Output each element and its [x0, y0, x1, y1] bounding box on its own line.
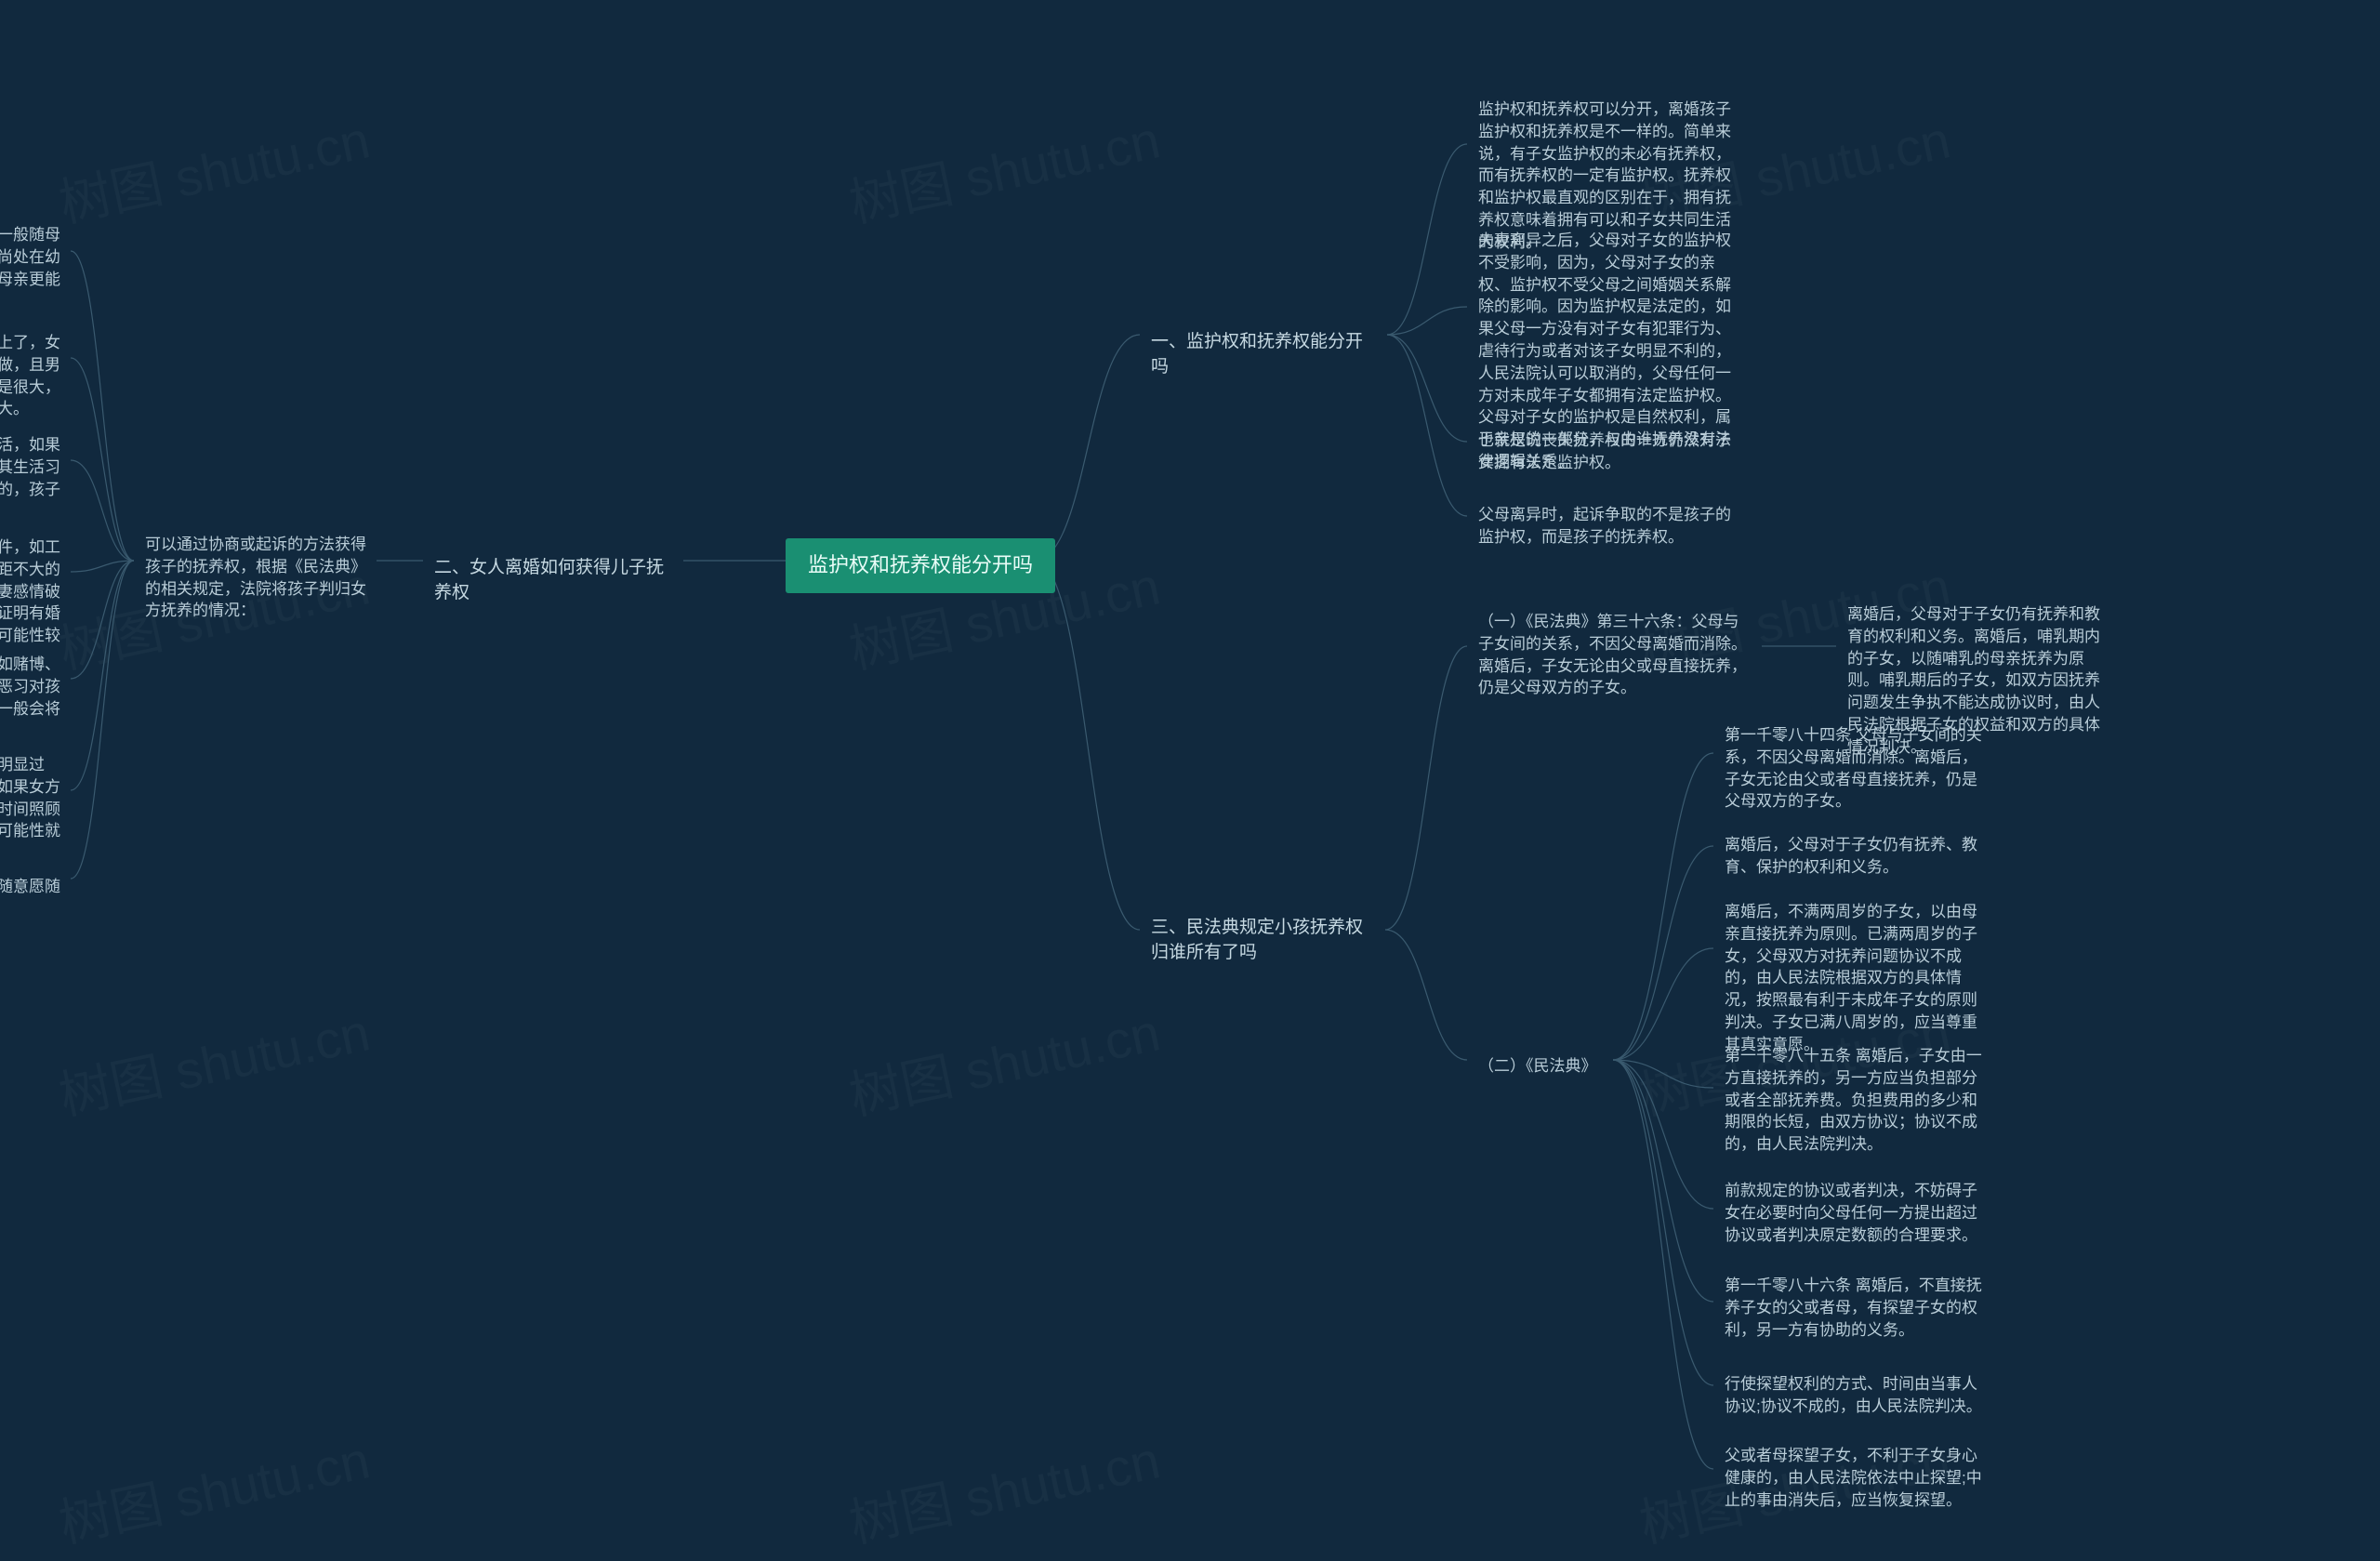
watermark: 树图 shutu.cn — [841, 99, 1166, 238]
b3-b-2[interactable]: 离婚后，父母对于子女仍有抚养、教育、保护的权利和义务。 — [1713, 826, 2002, 887]
connector-layer — [0, 0, 2380, 1561]
b1-child-4[interactable]: 父母离异时，起诉争取的不是孩子的监护权，而是孩子的抚养权。 — [1467, 496, 1755, 557]
b3-b-5[interactable]: 前款规定的协议或者判决，不妨碍子女在必要时向父母任何一方提出超过协议或者判决原定… — [1713, 1171, 2002, 1254]
root-node[interactable]: 监护权和抚养权能分开吗 — [786, 538, 1055, 593]
b2-c7[interactable]: （七）十周岁以上的孩子随意愿随母亲生活的。 — [0, 867, 73, 929]
b3-b-1[interactable]: 第一千零八十四条 父母与子女间的关系，不因父母离婚而消除。离婚后，子女无论由父或… — [1713, 716, 2002, 821]
branch-1[interactable]: 一、监护权和抚养权能分开吗 — [1140, 322, 1387, 388]
b3-b-8[interactable]: 父或者母探望子女，不利于子女身心健康的，由人民法院依法中止探望;中止的事由消失后… — [1713, 1436, 2002, 1519]
b2-desc[interactable]: 可以通过协商或起诉的方法获得孩子的抚养权，根据《民法典》的相关规定，法院将孩子判… — [134, 525, 380, 630]
branch-3[interactable]: 三、民法典规定小孩抚养权归谁所有了吗 — [1140, 907, 1387, 973]
b2-c6[interactable]: （六）如果男女双方均无明显过错，各方面条件都相当，如果女方的思想品质好一些，更有… — [0, 746, 73, 873]
branch-2[interactable]: 二、女人离婚如何获得儿子抚养权 — [423, 548, 683, 614]
b2-c3[interactable]: （三）孩子一直随母亲生活，如果离婚后改为随父亲生活对其生活习惯改变较大且影响其成… — [0, 426, 73, 531]
b2-c1[interactable]: （一）两周岁以内的子女一般随母亲生活。这主要考虑孩子尚处在幼儿期，需要母亲的哺乳… — [0, 216, 73, 321]
b3-a[interactable]: （一）《民法典》第三十六条：父母与子女间的关系，不因父母离婚而消除。离婚后，子女… — [1467, 602, 1765, 708]
watermark: 树图 shutu.cn — [841, 1419, 1166, 1558]
watermark: 树图 shutu.cn — [51, 991, 376, 1131]
b2-c2[interactable]: （二）孩子虽然两周岁以上了，女方已做绝育手术，男方未做，且男方年龄与女方年龄差距… — [0, 324, 73, 429]
b2-c5[interactable]: （五）男方有不良嗜好，如赌博、酗酒等恶习等。考虑到其恶习对孩子成长有不利影响，法… — [0, 645, 73, 750]
watermark: 树图 shutu.cn — [841, 991, 1166, 1131]
watermark: 树图 shutu.cn — [51, 99, 376, 238]
b3-b[interactable]: （二）《民法典》 — [1467, 1047, 1616, 1086]
watermark: 树图 shutu.cn — [51, 1419, 376, 1558]
b3-b-4[interactable]: 第一千零八十五条 离婚后，子女由一方直接抚养的，另一方应当负担部分或者全部抚养费… — [1713, 1037, 2002, 1164]
b3-b-6[interactable]: 第一千零八十六条 离婚后，不直接抚养子女的父或者母，有探望子女的权利，另一方有协… — [1713, 1266, 2002, 1349]
b3-b-7[interactable]: 行使探望权利的方式、时间由当事人协议;协议不成的，由人民法院判决。 — [1713, 1365, 2002, 1426]
b1-child-3[interactable]: 也就是说丧失抚养权的一方仍然对子女拥有法定监护权。 — [1467, 421, 1755, 483]
